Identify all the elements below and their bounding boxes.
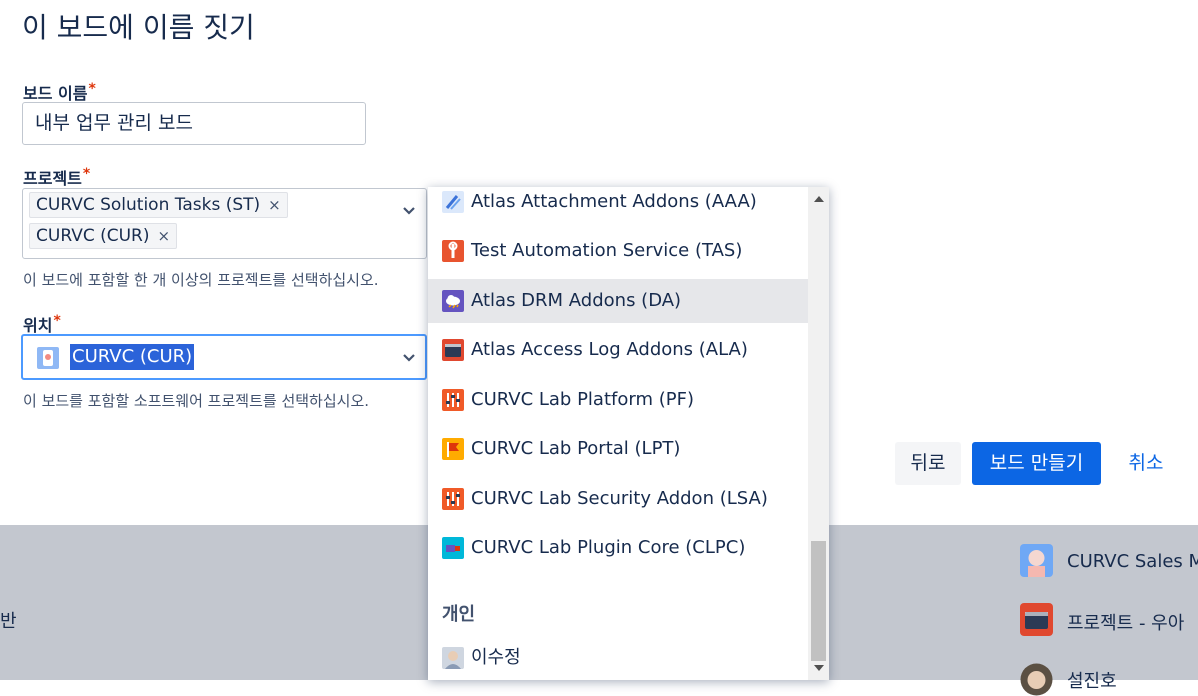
user-avatar-icon bbox=[442, 647, 464, 669]
dropdown-option-label: Atlas Attachment Addons (AAA) bbox=[471, 191, 757, 212]
chevron-down-icon[interactable] bbox=[399, 348, 419, 368]
scrollbar-thumb[interactable] bbox=[811, 541, 826, 661]
dropdown-option[interactable]: CURVC Lab Plugin Core (CLPC) bbox=[428, 526, 808, 570]
dropdown-option-label: Atlas DRM Addons (DA) bbox=[471, 290, 682, 311]
avatar-icon bbox=[1020, 544, 1053, 577]
back-button[interactable]: 뒤로 bbox=[895, 442, 961, 485]
project-chip-label: CURVC (CUR) bbox=[36, 226, 150, 246]
browser-window-icon bbox=[442, 339, 464, 361]
chevron-down-icon[interactable] bbox=[399, 201, 419, 221]
create-board-button[interactable]: 보드 만들기 bbox=[972, 442, 1101, 485]
project-chip-label: CURVC Solution Tasks (ST) bbox=[36, 195, 261, 215]
remove-chip-icon[interactable]: × bbox=[158, 227, 171, 245]
project-multiselect[interactable]: CURVC Solution Tasks (ST) × CURVC (CUR) × bbox=[22, 188, 427, 259]
paperclip-icon bbox=[442, 191, 464, 213]
dropdown-option-label: CURVC Lab Security Addon (LSA) bbox=[471, 488, 768, 509]
project-avatar-icon bbox=[37, 347, 59, 369]
dropdown-option[interactable]: 이수정 bbox=[428, 636, 808, 680]
project-chip: CURVC (CUR) × bbox=[29, 223, 178, 249]
dropdown-option[interactable]: Atlas Access Log Addons (ALA) bbox=[428, 328, 808, 372]
background-text: 반 bbox=[0, 611, 17, 632]
dropdown-option[interactable]: CURVC Lab Portal (LPT) bbox=[428, 427, 808, 471]
remove-chip-icon[interactable]: × bbox=[268, 196, 281, 214]
scroll-down-arrow-icon[interactable] bbox=[814, 665, 824, 671]
dropdown-option[interactable]: CURVC Lab Security Addon (LSA) bbox=[428, 477, 808, 521]
background-item-label[interactable]: 프로젝트 - 우아 bbox=[1067, 609, 1184, 635]
location-select[interactable]: CURVC (CUR) bbox=[21, 334, 427, 380]
dropdown-option-label: 이수정 bbox=[471, 647, 521, 668]
dropdown-option-label: CURVC Lab Plugin Core (CLPC) bbox=[471, 537, 746, 558]
flag-icon bbox=[442, 438, 464, 460]
location-label: 위치* bbox=[23, 313, 61, 335]
dropdown-option[interactable]: Atlas DRM Addons (DA) bbox=[428, 279, 808, 323]
plugin-icon bbox=[442, 537, 464, 559]
project-icon bbox=[1020, 603, 1053, 636]
wrench-icon bbox=[442, 240, 464, 262]
dropdown-option-label: CURVC Lab Portal (LPT) bbox=[471, 438, 681, 459]
dropdown-option[interactable]: Test Automation Service (TAS) bbox=[428, 229, 808, 273]
project-label: 프로젝트* bbox=[23, 166, 91, 188]
dropdown-option-label: Atlas Access Log Addons (ALA) bbox=[471, 339, 748, 360]
project-helper-text: 이 보드에 포함할 한 개 이상의 프로젝트를 선택하십시오. bbox=[23, 271, 379, 289]
dropdown-scrollbar[interactable] bbox=[808, 187, 829, 680]
dropdown-option[interactable]: CURVC Lab Platform (PF) bbox=[428, 378, 808, 422]
project-chip: CURVC Solution Tasks (ST) × bbox=[29, 192, 288, 218]
sliders-icon bbox=[442, 389, 464, 411]
page-title: 이 보드에 이름 짓기 bbox=[22, 11, 255, 44]
board-name-label: 보드 이름* bbox=[23, 81, 96, 103]
board-name-input[interactable]: 내부 업무 관리 보드 bbox=[22, 102, 366, 145]
location-helper-text: 이 보드를 포함할 소프트웨어 프로젝트를 선택하십시오. bbox=[23, 392, 370, 410]
scroll-up-arrow-icon[interactable] bbox=[814, 196, 824, 202]
dropdown-option-label: Test Automation Service (TAS) bbox=[471, 240, 743, 261]
background-item-label[interactable]: CURVC Sales M bbox=[1067, 551, 1198, 572]
dropdown-option-label: CURVC Lab Platform (PF) bbox=[471, 389, 694, 410]
dropdown-group-heading: 개인 bbox=[442, 604, 476, 625]
cloud-icon bbox=[442, 290, 464, 312]
background-item-label[interactable]: 설진호 bbox=[1067, 667, 1117, 693]
sliders-icon bbox=[442, 488, 464, 510]
cancel-button[interactable]: 취소 bbox=[1117, 442, 1175, 485]
location-selected-value[interactable]: CURVC (CUR) bbox=[70, 344, 195, 370]
dropdown-option[interactable]: Atlas Attachment Addons (AAA) bbox=[428, 187, 808, 224]
project-dropdown-menu[interactable]: Atlas Attachment Addons (AAA) Test Autom… bbox=[428, 187, 829, 680]
